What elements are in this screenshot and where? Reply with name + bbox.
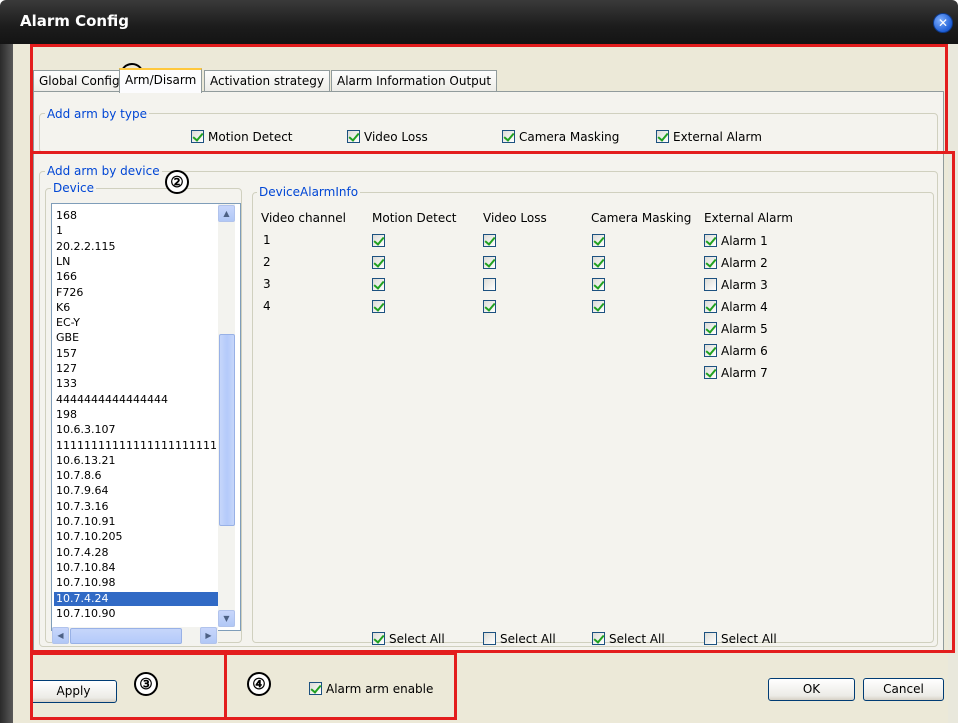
annotation-marker-3: ③	[134, 672, 158, 696]
alarm-config-dialog: Alarm Config ✕ Global Config Arm/Disarm …	[0, 0, 958, 723]
annotation-marker-2: ②	[165, 170, 189, 194]
window-title: Alarm Config	[20, 12, 129, 30]
highlight-box-1	[30, 44, 948, 154]
window-frame-left	[0, 44, 13, 723]
title-bar: Alarm Config ✕	[0, 0, 958, 44]
highlight-box-2	[30, 151, 955, 653]
highlight-box-3	[30, 652, 227, 720]
ok-button[interactable]: OK	[768, 678, 855, 701]
tab-arm-disarm[interactable]: Arm/Disarm	[119, 68, 203, 93]
cancel-button[interactable]: Cancel	[863, 678, 944, 701]
annotation-marker-4: ④	[247, 672, 271, 696]
close-icon[interactable]: ✕	[933, 13, 953, 33]
